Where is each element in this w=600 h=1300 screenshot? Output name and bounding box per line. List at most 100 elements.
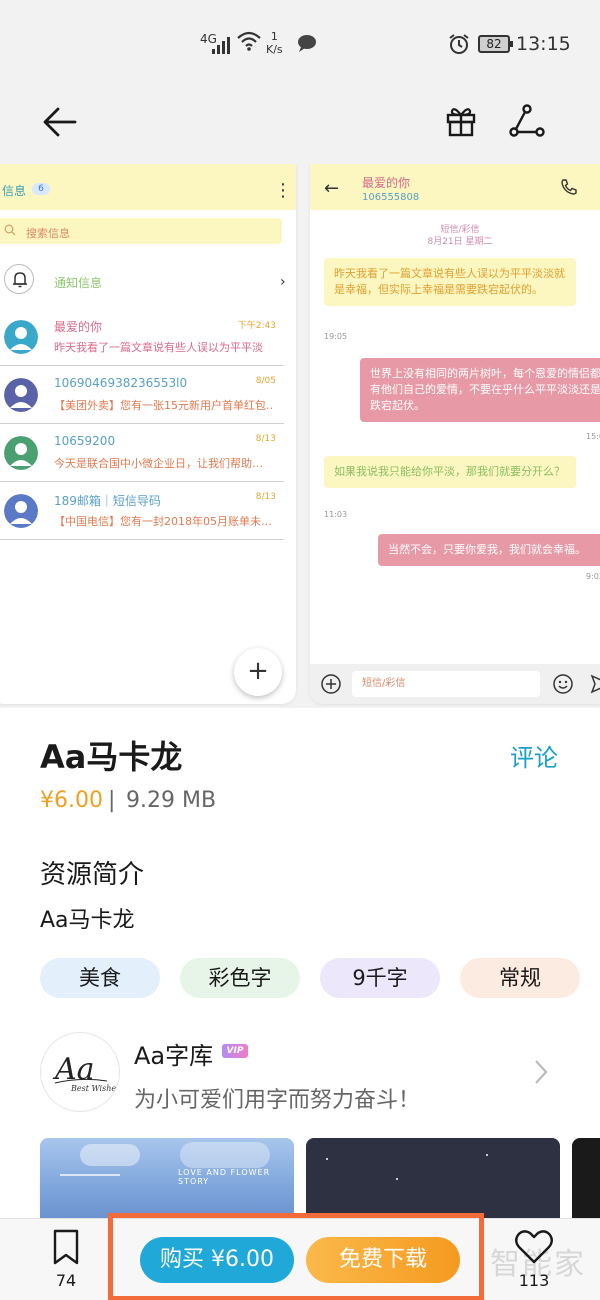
message-sender: 最爱的你 [54, 320, 103, 334]
outgoing-message-bubble: 世界上没有相同的两片树叶，每个恩爱的情侣都有他们自己的爱情，不要在乎什么平平淡淡… [360, 358, 600, 422]
bookmark-count: 74 [55, 1271, 77, 1290]
contact-avatar [4, 436, 38, 470]
heart-icon[interactable] [514, 1229, 554, 1265]
bottom-action-bar: 74 智能家 购买 ¥6.00 免费下载 113 [0, 1213, 600, 1300]
svg-text:Best Wishes: Best Wishes [70, 1084, 120, 1093]
message-preview: 【美团外卖】您有一张15元新用户首单红包… [54, 399, 274, 412]
bell-icon [4, 264, 34, 294]
author-motto: 为小可爱们用字而努力奋斗！ [134, 1088, 421, 1113]
message-time: 19:05 [324, 332, 348, 341]
share-icon [509, 104, 545, 137]
contact-avatar [4, 320, 38, 354]
contact-avatar [4, 378, 38, 412]
inbox-search-bar: 搜索信息 [0, 218, 282, 244]
message-sender: 189邮箱｜短信导码 [54, 494, 161, 508]
battery-indicator: 82 [478, 35, 513, 53]
message-time: 11:03 [324, 510, 348, 519]
search-placeholder: 搜索信息 [26, 227, 70, 240]
message-date: 8/13 [255, 492, 276, 502]
price: ¥6.00 [40, 788, 103, 813]
font-preview-carousel[interactable]: 信息 6 ⋮ 搜索信息 通知信息 › 最爱的你 下午2:43 昨天我看了一篇文章说有… [0, 164, 600, 708]
inbox-title: 信息 [2, 184, 27, 198]
emoji-icon [553, 674, 573, 694]
file-size: 9.29 MB [126, 788, 217, 813]
contact-number: 106555808 [362, 192, 420, 203]
bookmark-icon[interactable] [52, 1229, 80, 1265]
chevron-right-icon[interactable] [532, 1058, 550, 1086]
message-date: 下午2:43 [237, 321, 276, 331]
alarm-icon [449, 34, 469, 54]
message-preview: 昨天我看了一篇文章说有些人误以为平平淡 [54, 341, 263, 354]
font-title: Aa马卡龙 [40, 738, 183, 776]
preview-screenshot-inbox: 信息 6 ⋮ 搜索信息 通知信息 › 最爱的你 下午2:43 昨天我看了一篇文章说有… [0, 164, 296, 704]
tag-chip[interactable]: 常规 [460, 958, 580, 998]
meta-separator: | [108, 788, 116, 813]
outgoing-message-bubble: 当然不会，只要你爱我，我们就会幸福。 [378, 534, 600, 566]
phone-icon [561, 179, 577, 195]
vip-badge: VIP [222, 1044, 248, 1058]
top-toolbar [0, 88, 600, 164]
inbox-list-item: 189邮箱｜短信导码 8/13 【中国电信】您有一封2018年05月账单未… [0, 484, 284, 540]
conversation-header: ← 最爱的你 106555808 [310, 164, 600, 210]
search-icon [4, 224, 16, 236]
comment-link[interactable]: 评论 [510, 738, 558, 773]
incoming-message-bubble: 昨天我看了一篇文章说有些人误以为平平淡淡就是幸福，但实际上幸福是需要跌宕起伏的。 [324, 258, 576, 306]
conversation-date: 8月21日 星期二 [427, 237, 493, 247]
share-button[interactable] [504, 98, 550, 144]
message-date: 8/13 [255, 434, 276, 444]
section-title-intro: 资源简介 [40, 860, 145, 890]
tag-chip[interactable]: 9千字 [320, 958, 440, 998]
inbox-list-item: 1069046938236553l0 8/05 【美团外卖】您有一张15元新用户首单… [0, 368, 284, 424]
add-attachment-icon [321, 674, 341, 694]
incoming-message-bubble: 如果我说我只能给你平淡，那我们就要分开么？ [324, 456, 576, 488]
inbox-header: 信息 6 ⋮ [0, 164, 296, 210]
message-preview: 今天是联合国中小微企业日，让我们帮助… [54, 457, 263, 470]
buy-button[interactable]: 购买 ¥6.00 [140, 1237, 294, 1283]
message-preview: 【中国电信】您有一封2018年05月账单未… [54, 515, 272, 528]
author-logo: Aa Best Wishes [52, 1052, 120, 1093]
favorite-count: 113 [518, 1271, 550, 1290]
chevron-right-icon: › [280, 274, 286, 290]
status-bar: 4G 1 K/s 82 13:15 [0, 0, 600, 88]
author-name[interactable]: Aa字库 [134, 1036, 213, 1071]
signal-icon [212, 36, 234, 54]
free-download-button[interactable]: 免费下载 [306, 1237, 460, 1283]
inbox-list-item: 最爱的你 下午2:43 昨天我看了一篇文章说有些人误以为平平淡 [0, 310, 284, 366]
message-time: 15:01 [586, 432, 600, 441]
preview-screenshot-conversation: ← 最爱的你 106555808 短信/彩信 8月21日 星期二 昨天我看了一篇… [310, 164, 600, 704]
wifi-icon [237, 31, 261, 51]
font-thumbnail[interactable] [306, 1138, 560, 1218]
thumbnail-caption: LOVE AND FLOWER STORY [178, 1168, 271, 1186]
contact-avatar [4, 494, 38, 528]
svg-text:Aa: Aa [52, 1052, 95, 1087]
back-button[interactable] [36, 98, 84, 146]
tag-chip[interactable]: 美食 [40, 958, 160, 998]
message-date: 8/05 [255, 376, 276, 386]
speed-unit: K/s [266, 43, 283, 56]
network-speed: 1 K/s [266, 30, 283, 56]
tag-chip[interactable]: 彩色字 [180, 958, 300, 998]
more-menu-icon: ⋮ [274, 180, 292, 201]
arrow-left-icon [43, 107, 77, 137]
inbox-list-item: 10659200 8/13 今天是联合国中小微企业日，让我们帮助… [0, 426, 284, 482]
message-time: 9:03 [586, 572, 600, 581]
gift-icon [446, 108, 476, 137]
message-notification-icon [298, 35, 316, 52]
font-thumbnail[interactable]: LOVE AND FLOWER STORY [40, 1138, 294, 1218]
font-thumbnail[interactable] [572, 1138, 600, 1218]
author-avatar[interactable]: Aa Best Wishes [40, 1032, 120, 1112]
resource-description: Aa马卡龙 [40, 908, 135, 933]
message-sender: 10659200 [54, 434, 116, 448]
notice-label: 通知信息 [54, 276, 103, 290]
send-icon [590, 674, 600, 694]
message-input-bar: 短信/彩信 [310, 664, 600, 704]
speed-value: 1 [270, 30, 278, 43]
gift-button[interactable] [438, 98, 484, 144]
arrow-left-icon: ← [324, 178, 340, 199]
inbox-count-badge: 6 [32, 183, 50, 195]
message-input: 短信/彩信 [352, 671, 540, 697]
message-sender: 1069046938236553l0 [54, 376, 188, 390]
clock: 13:15 [516, 33, 571, 55]
contact-name: 最爱的你 [362, 176, 411, 190]
compose-fab: + [234, 648, 282, 696]
